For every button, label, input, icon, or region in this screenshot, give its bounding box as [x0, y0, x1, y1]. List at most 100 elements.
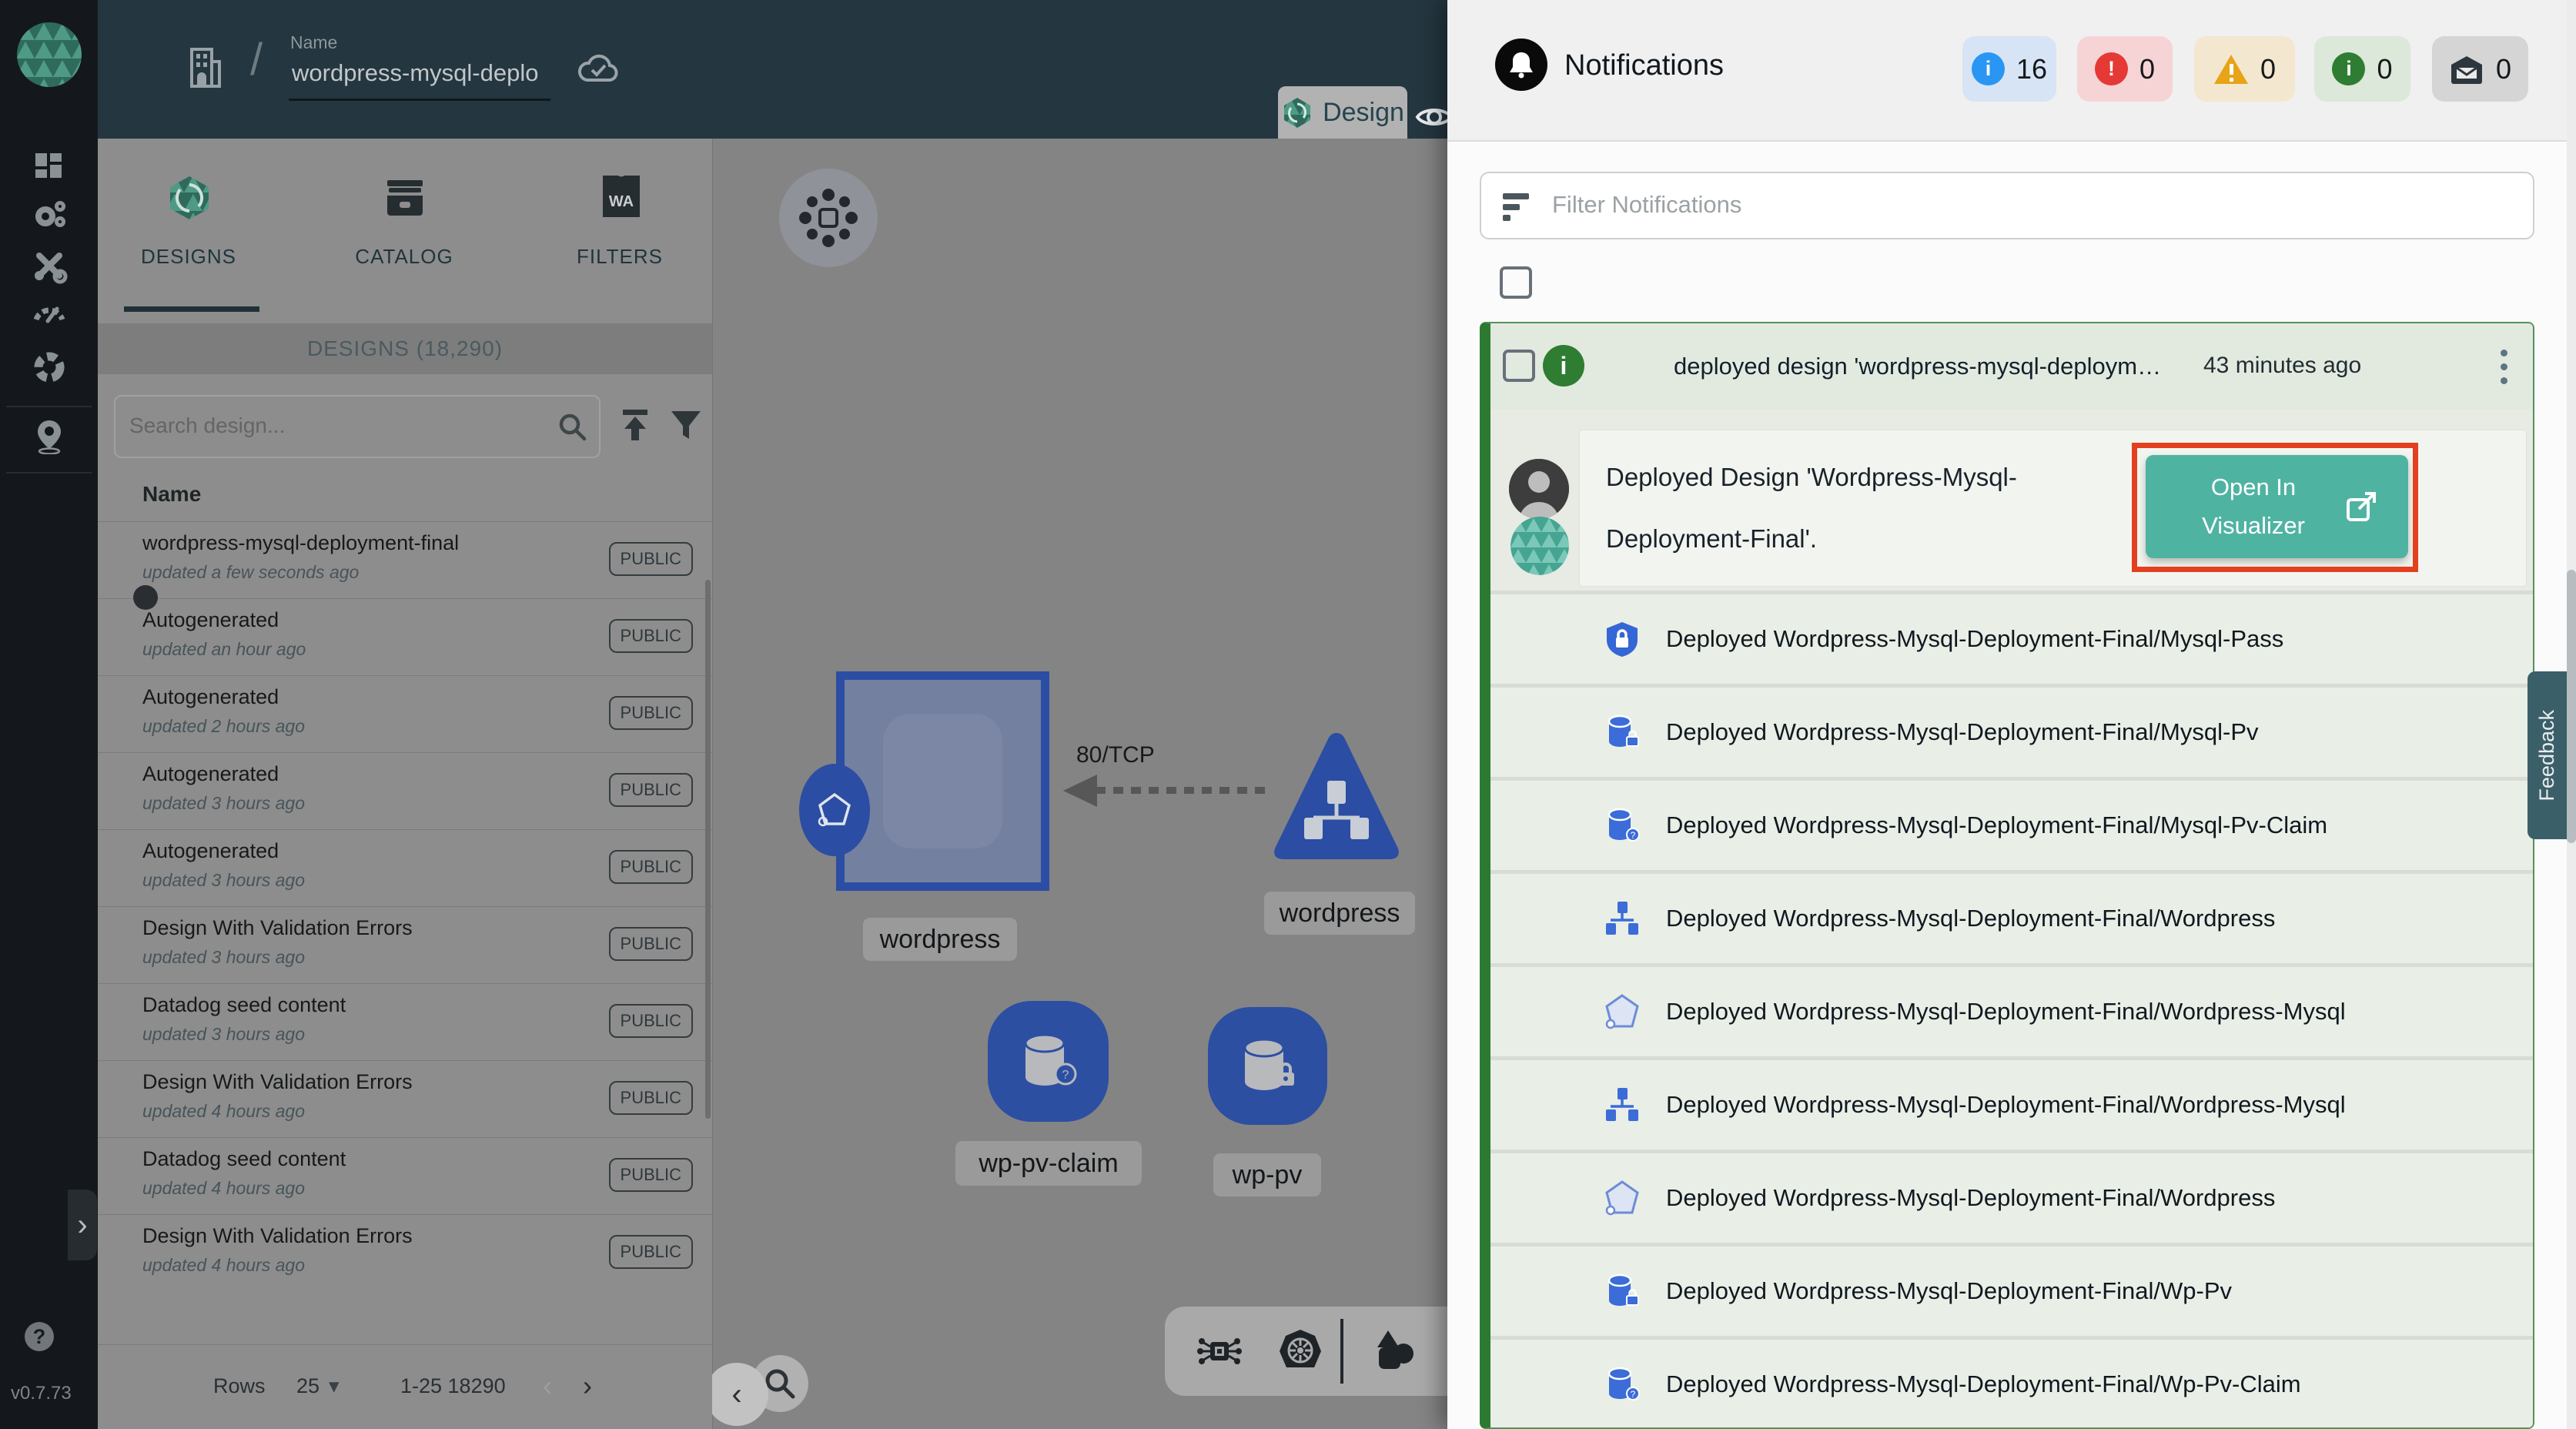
service-pentagon-badge-icon[interactable] [799, 764, 870, 856]
deployed-item-row[interactable]: Deployed Wordpress-Mysql-Deployment-Fina… [1490, 874, 2533, 963]
node-wp-pv[interactable] [1208, 1007, 1327, 1125]
search-input[interactable] [128, 401, 547, 450]
select-all-checkbox[interactable] [1500, 266, 1532, 299]
deployment-tree-icon [1603, 899, 1641, 938]
deployed-item-row[interactable]: Deployed Wordpress-Mysql-Deployment-Fina… [1490, 594, 2533, 684]
pagination-bar: Rows 25 ▾ 1-25 18290 ‹ › [98, 1344, 712, 1429]
kebab-menu-icon[interactable] [2488, 343, 2519, 390]
deployed-item-row[interactable]: Deployed Wordpress-Mysql-Deployment-Fina… [1490, 1060, 2533, 1150]
deployed-item-row[interactable]: Deployed Wordpress-Mysql-Deployment-Fina… [1490, 688, 2533, 777]
configuration-tools-icon[interactable] [31, 247, 68, 284]
sidebar-divider [6, 406, 92, 407]
service-pentagon-icon [1603, 1179, 1641, 1217]
dashboard-icon[interactable] [31, 149, 68, 186]
design-row[interactable]: Autogenerated updated 3 hours ago PUBLIC [98, 829, 712, 906]
chip-info-count[interactable]: i 16 [1962, 36, 2056, 102]
design-name-input[interactable] [290, 59, 551, 88]
highlight-rectangle [2132, 443, 2418, 572]
design-canvas[interactable]: wordpress 80/TCP wordpress ? [712, 139, 1448, 1429]
canvas-cluster-button[interactable] [779, 169, 878, 267]
design-list: wordpress-mysql-deployment-final updated… [98, 521, 712, 1291]
design-row[interactable]: Datadog seed content updated 4 hours ago… [98, 1137, 712, 1214]
feedback-tab[interactable]: Feedback [2527, 671, 2567, 839]
breadcrumb-separator: / [250, 34, 263, 85]
help-icon[interactable]: ? [25, 1322, 54, 1351]
location-pin-icon[interactable] [31, 417, 68, 454]
lock-badge-icon [1277, 1064, 1294, 1086]
deployed-item-row[interactable]: ? Deployed Wordpress-Mysql-Deployment-Fi… [1490, 781, 2533, 870]
tab-filters[interactable]: WA FILTERS [531, 139, 708, 323]
secret-shield-icon [1603, 620, 1641, 658]
design-row[interactable]: Datadog seed content updated 3 hours ago… [98, 983, 712, 1060]
search-icon[interactable] [556, 410, 588, 443]
envelope-icon [2449, 54, 2484, 85]
design-row[interactable]: Design With Validation Errors updated 4 … [98, 1214, 712, 1291]
chip-read-count[interactable]: 0 [2432, 36, 2528, 102]
notification-filter-box [1480, 172, 2534, 239]
design-row[interactable]: Design With Validation Errors updated 4 … [98, 1060, 712, 1137]
lifecycle-gears-icon[interactable] [31, 197, 68, 234]
notification-checkbox[interactable] [1503, 350, 1535, 382]
tab-designs[interactable]: DESIGNS [100, 139, 277, 323]
design-row[interactable]: wordpress-mysql-deployment-final updated… [98, 521, 712, 598]
input-underline [289, 99, 550, 101]
notification-card-header[interactable]: i deployed design 'wordpress-mysql-deplo… [1490, 323, 2533, 410]
collapse-chevron-icon: ‹ [731, 1377, 741, 1412]
design-row[interactable]: Autogenerated updated 3 hours ago PUBLIC [98, 752, 712, 829]
bell-icon [1495, 38, 1547, 91]
deployed-item-row[interactable]: Deployed Wordpress-Mysql-Deployment-Fina… [1490, 1153, 2533, 1243]
svg-text:?: ? [1631, 830, 1636, 841]
chip-error-count[interactable]: ! 0 [2077, 36, 2173, 102]
deployed-item-row[interactable]: ? Deployed Wordpress-Mysql-Deployment-Fi… [1490, 1340, 2533, 1429]
deployed-items-list: Deployed Wordpress-Mysql-Deployment-Fina… [1490, 591, 2533, 1429]
node-label-wordpress-deployment: wordpress [1264, 892, 1415, 935]
tab-catalog[interactable]: CATALOG [316, 139, 493, 323]
node-wordpress-deployment[interactable] [1269, 727, 1404, 867]
deployed-item-row[interactable]: Deployed Wordpress-Mysql-Deployment-Fina… [1490, 967, 2533, 1056]
expand-chevron-icon: › [77, 1208, 87, 1243]
column-header-name: Name [142, 482, 201, 507]
rows-per-page-select[interactable]: 25 [296, 1374, 319, 1398]
sidebar-expand-button[interactable]: › [68, 1190, 97, 1260]
kubernetes-icon[interactable] [1276, 1327, 1324, 1375]
persistent-volume-claim-icon: ? [1603, 806, 1641, 845]
section-title: DESIGNS (18,290) [98, 323, 712, 374]
chip-success-count[interactable]: i 0 [2314, 36, 2410, 102]
mode-tab-design[interactable]: Design [1278, 86, 1407, 139]
page-scrollbar-thumb[interactable] [2567, 570, 2576, 843]
node-wp-pv-claim[interactable]: ? [988, 1001, 1109, 1122]
performance-speedometer-icon[interactable] [31, 295, 68, 332]
design-row[interactable]: Design With Validation Errors updated 3 … [98, 906, 712, 983]
nav-sidebar: › ? v0.7.73 [0, 0, 98, 1429]
circuit-chip-icon[interactable] [1197, 1329, 1242, 1374]
drawer-collapse-button[interactable]: ‹ [705, 1363, 768, 1426]
filter-notifications-input[interactable] [1551, 181, 2477, 229]
filter-funnel-icon[interactable] [667, 407, 704, 443]
edge-dashed-line[interactable] [1096, 787, 1270, 794]
chip-warning-count[interactable]: 0 [2194, 36, 2295, 102]
visibility-badge: PUBLIC [609, 542, 693, 576]
deployed-item-row[interactable]: Deployed Wordpress-Mysql-Deployment-Fina… [1490, 1247, 2533, 1336]
meshery-logo[interactable] [16, 22, 82, 88]
catalog-drawer-icon [381, 174, 429, 222]
persistent-volume-icon [1603, 713, 1641, 751]
prev-page-button[interactable]: ‹ [543, 1370, 552, 1402]
panel-title: Notifications [1564, 49, 1724, 82]
svg-text:?: ? [1062, 1069, 1069, 1082]
shapes-icon[interactable] [1370, 1327, 1417, 1375]
organization-building-icon[interactable] [181, 43, 229, 91]
edge-port-label: 80/TCP [1076, 742, 1155, 768]
page-range: 1-25 18290 [400, 1374, 506, 1398]
info-circle-icon: i [1972, 52, 2005, 85]
extensions-donut-icon[interactable] [31, 349, 68, 386]
design-row[interactable]: Autogenerated updated 2 hours ago PUBLIC [98, 675, 712, 752]
svg-text:WA: WA [609, 193, 634, 210]
list-scrollbar[interactable] [705, 580, 711, 1119]
cluster-nodes-icon [796, 186, 861, 250]
caret-down-icon[interactable]: ▾ [329, 1374, 340, 1398]
node-wordpress-service[interactable] [836, 671, 1049, 891]
upload-design-icon[interactable] [617, 407, 654, 443]
design-row[interactable]: Autogenerated updated an hour ago PUBLIC [98, 598, 712, 675]
next-page-button[interactable]: › [583, 1370, 592, 1402]
app-version: v0.7.73 [11, 1383, 72, 1404]
